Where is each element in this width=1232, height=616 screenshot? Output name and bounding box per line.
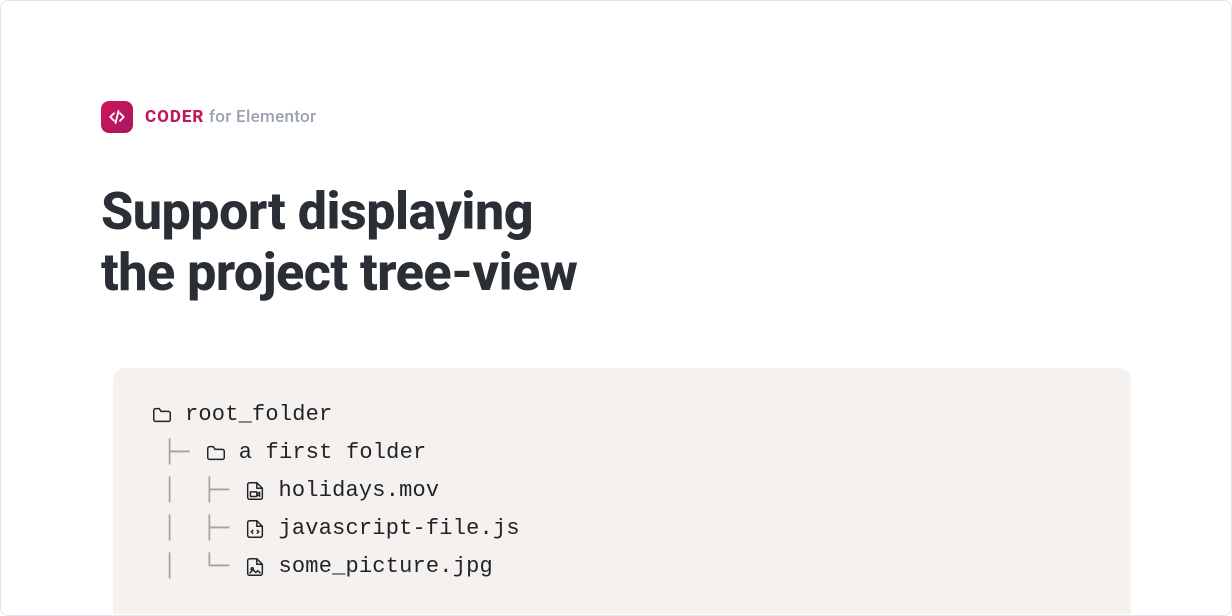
tree-connector: │ └─	[163, 556, 242, 578]
brand-header: CODER for Elementor	[101, 101, 1131, 133]
folder-icon	[203, 442, 229, 464]
tree-item-label: root_folder	[185, 402, 332, 427]
tree-item-label: javascript-file.js	[278, 516, 519, 541]
tree-view-panel: root_folder ├─ a first folder │ ├─ holid…	[113, 368, 1131, 614]
tree-item-label: some_picture.jpg	[278, 554, 492, 579]
tree-item-label: a first folder	[239, 440, 427, 465]
tree-connector: ├─	[163, 442, 203, 464]
brand-text: CODER for Elementor	[145, 107, 316, 127]
folder-icon	[149, 404, 175, 426]
file-video-icon	[242, 480, 268, 502]
headline-line-2: the project tree-view	[101, 242, 577, 303]
tree-item[interactable]: root_folder	[149, 396, 1095, 434]
brand-name: CODER	[145, 107, 204, 127]
code-icon	[101, 101, 133, 133]
file-image-icon	[242, 556, 268, 578]
tree-connector: │ ├─	[163, 480, 242, 502]
tree-item[interactable]: │ └─ some_picture.jpg	[149, 548, 1095, 586]
tree-connector: │ ├─	[163, 518, 242, 540]
brand-suffix: for Elementor	[209, 107, 316, 127]
tree-item[interactable]: │ ├─ holidays.mov	[149, 472, 1095, 510]
headline-line-1: Support displaying	[101, 181, 533, 242]
file-code-icon	[242, 518, 268, 540]
tree-item[interactable]: ├─ a first folder	[149, 434, 1095, 472]
page-title: Support displaying the project tree-view	[101, 181, 1131, 304]
tree-item[interactable]: │ ├─ javascript-file.js	[149, 510, 1095, 548]
tree-item-label: holidays.mov	[278, 478, 439, 503]
